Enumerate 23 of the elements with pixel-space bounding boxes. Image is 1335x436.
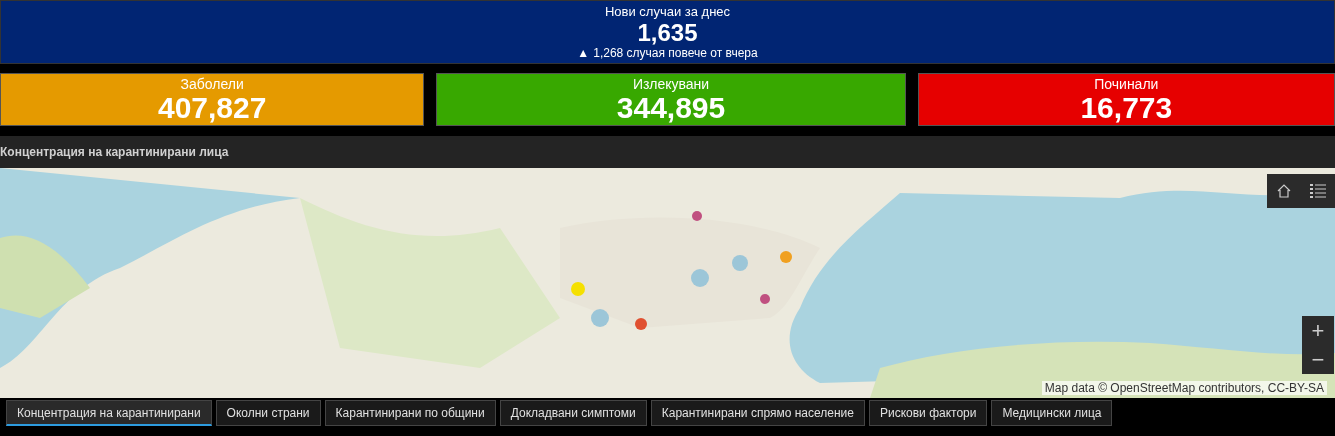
panel-title: Концентрация на карантинирани лица — [0, 144, 229, 161]
indicator-value: 344,895 — [616, 91, 726, 124]
new-cases-value: 1,635 — [637, 20, 698, 46]
tab[interactable]: Концентрация на карантинирани — [6, 400, 212, 426]
tab[interactable]: Медицински лица — [991, 400, 1113, 426]
tab[interactable]: Докладвани симптоми — [499, 400, 647, 426]
tab[interactable]: Рискови фактори — [868, 400, 988, 426]
map-attribution: Map data © OpenStreetMap contributors, CC-BY-SA — [1041, 381, 1327, 395]
indicator-value: 407,827 — [157, 91, 267, 124]
indicator-value: 16,773 — [1080, 91, 1173, 124]
list-icon — [1310, 184, 1326, 198]
zoom-out-button[interactable]: − — [1302, 345, 1334, 374]
zoom-in-button[interactable]: + — [1302, 316, 1334, 345]
increase-arrow: ▲ — [577, 46, 590, 60]
indicator-label: Починали — [1094, 75, 1159, 92]
indicator-label: Заболели — [180, 75, 244, 92]
panel-title: Нови случаи за днес — [604, 4, 731, 20]
indicator-label: Излекувани — [632, 75, 710, 92]
change-text: 1,268 случая повече от вчера — [593, 46, 758, 60]
tab[interactable]: Карантинирани спрямо население — [650, 400, 865, 426]
home-icon — [1276, 183, 1292, 199]
tab[interactable]: Околни страни — [215, 400, 321, 426]
tab[interactable]: Карантинирани по общини — [324, 400, 496, 426]
